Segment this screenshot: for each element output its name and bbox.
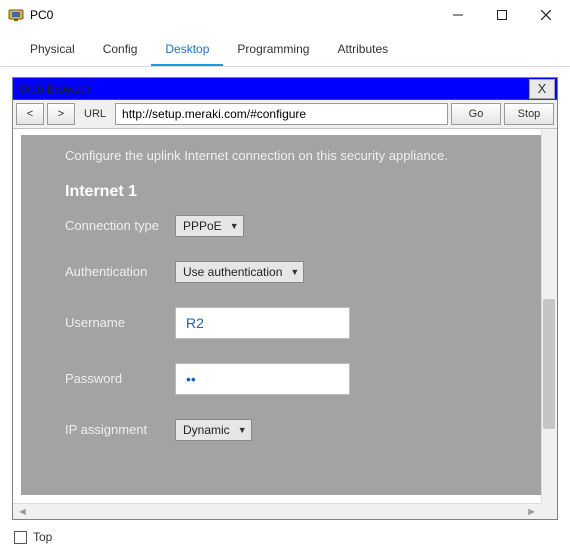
password-input[interactable] xyxy=(175,363,350,395)
scrollbar-thumb[interactable] xyxy=(543,299,555,429)
browser-titlebar: Web Browser X xyxy=(13,78,557,100)
scroll-right-icon: ► xyxy=(526,506,537,518)
chevron-down-icon: ▼ xyxy=(238,425,247,435)
username-input[interactable] xyxy=(175,307,350,339)
url-input[interactable] xyxy=(115,103,448,125)
scroll-corner xyxy=(541,503,557,519)
page-content: Configure the uplink Internet connection… xyxy=(21,135,549,495)
app-icon xyxy=(8,7,24,23)
vertical-scrollbar[interactable] xyxy=(541,129,557,503)
connection-type-select[interactable]: PPPoE ▼ xyxy=(175,215,244,237)
tab-config[interactable]: Config xyxy=(89,36,152,66)
connection-type-label: Connection type xyxy=(65,218,175,233)
ip-assignment-value: Dynamic xyxy=(183,423,230,437)
maximize-button[interactable] xyxy=(480,1,524,29)
browser-title: Web Browser xyxy=(13,82,529,96)
back-button[interactable]: < xyxy=(16,103,44,125)
forward-button[interactable]: > xyxy=(47,103,75,125)
chevron-down-icon: ▼ xyxy=(290,267,299,277)
tab-attributes[interactable]: Attributes xyxy=(323,36,402,66)
password-label: Password xyxy=(65,371,175,386)
browser-toolbar: < > URL Go Stop xyxy=(13,100,557,129)
authentication-select[interactable]: Use authentication ▼ xyxy=(175,261,304,283)
top-checkbox[interactable] xyxy=(14,531,27,544)
page-description: Configure the uplink Internet connection… xyxy=(65,147,531,165)
url-label: URL xyxy=(78,103,112,125)
tab-programming[interactable]: Programming xyxy=(223,36,323,66)
ip-assignment-select[interactable]: Dynamic ▼ xyxy=(175,419,252,441)
close-button[interactable] xyxy=(524,1,568,29)
window-title: PC0 xyxy=(30,8,436,22)
authentication-value: Use authentication xyxy=(183,265,282,279)
web-browser-window: Web Browser X < > URL Go Stop Configure … xyxy=(12,77,558,520)
tab-desktop[interactable]: Desktop xyxy=(151,36,223,66)
window-titlebar: PC0 xyxy=(0,0,570,30)
go-button[interactable]: Go xyxy=(451,103,501,125)
window-footer: Top xyxy=(0,524,570,550)
connection-type-value: PPPoE xyxy=(183,219,222,233)
authentication-label: Authentication xyxy=(65,264,175,279)
browser-close-button[interactable]: X xyxy=(529,79,555,99)
scroll-left-icon: ◄ xyxy=(17,506,28,518)
stop-button[interactable]: Stop xyxy=(504,103,554,125)
minimize-button[interactable] xyxy=(436,1,480,29)
username-label: Username xyxy=(65,315,175,330)
ip-assignment-label: IP assignment xyxy=(65,422,175,437)
tab-physical[interactable]: Physical xyxy=(16,36,89,66)
section-heading: Internet 1 xyxy=(65,183,531,201)
horizontal-scrollbar[interactable]: ◄ ► xyxy=(13,503,541,519)
app-tabs: Physical Config Desktop Programming Attr… xyxy=(0,30,570,67)
top-checkbox-label: Top xyxy=(33,530,52,544)
chevron-down-icon: ▼ xyxy=(230,221,239,231)
